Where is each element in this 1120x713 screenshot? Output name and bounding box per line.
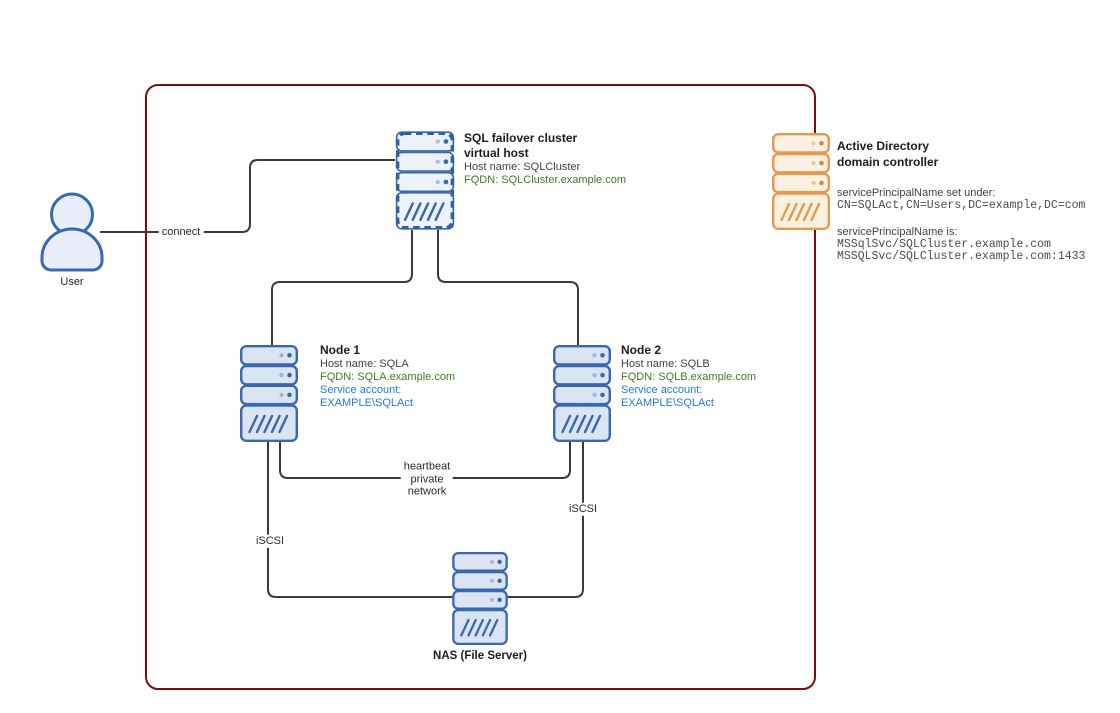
heartbeat-label-line2: private (404, 473, 450, 486)
node1-server-icon (240, 345, 298, 442)
node1-service-account: EXAMPLE\SQLAct (320, 397, 455, 410)
active-directory-server-icon (772, 133, 830, 230)
node1-service-account-label: Service account: (320, 384, 455, 397)
user-label: User (39, 276, 105, 289)
heartbeat-label: heartbeat private network (401, 460, 453, 498)
connect-line (100, 160, 395, 232)
virtual-host-hostname: Host name: SQLCluster (464, 161, 626, 174)
virtual-host-title-line2: virtual host (464, 146, 626, 161)
diagram-canvas: User SQL failover cluster virtual host H… (0, 0, 1120, 713)
node1-hostname: Host name: SQLA (320, 358, 455, 371)
node2-fqdn: FQDN: SQLB.example.com (621, 371, 756, 384)
vh-to-node1-line (272, 230, 412, 345)
ad-title-line2: domain controller (837, 154, 1085, 170)
ad-spn-set-label: servicePrincipalName set under: (837, 187, 1085, 200)
node2-text-block: Node 2 Host name: SQLB FQDN: SQLB.exampl… (621, 343, 756, 410)
sql-virtual-host-server-icon (395, 131, 455, 230)
heartbeat-label-line3: network (404, 485, 450, 498)
user-icon (39, 192, 105, 276)
nas-label: NAS (File Server) (420, 649, 540, 664)
node2-service-account: EXAMPLE\SQLAct (621, 397, 756, 410)
node2-hostname: Host name: SQLB (621, 358, 756, 371)
ad-title-line1: Active Directory (837, 138, 1085, 154)
iscsi-right-label: iSCSI (566, 503, 600, 516)
virtual-host-title-line1: SQL failover cluster (464, 131, 626, 146)
virtual-host-text-block: SQL failover cluster virtual host Host n… (464, 131, 626, 187)
node2-title: Node 2 (621, 343, 756, 358)
nas-server-icon (450, 552, 510, 645)
ad-spn-dn: CN=SQLAct,CN=Users,DC=example,DC=com (837, 200, 1085, 213)
ad-spn-value2: MSSQLSvc/SQLCluster.example.com:1433 (837, 251, 1085, 264)
heartbeat-label-line1: heartbeat (404, 460, 450, 473)
vh-to-node2-line (438, 230, 578, 345)
node1-fqdn: FQDN: SQLA.example.com (320, 371, 455, 384)
node2-server-icon (553, 345, 611, 442)
active-directory-text-block: Active Directory domain controller servi… (837, 138, 1085, 264)
connect-label: connect (159, 226, 204, 239)
node2-service-account-label: Service account: (621, 384, 756, 397)
iscsi-left-label: iSCSI (253, 535, 287, 548)
virtual-host-fqdn: FQDN: SQLCluster.example.com (464, 174, 626, 187)
node1-text-block: Node 1 Host name: SQLA FQDN: SQLA.exampl… (320, 343, 455, 410)
node1-title: Node 1 (320, 343, 455, 358)
ad-spn-is-label: servicePrincipalName is: (837, 226, 1085, 239)
